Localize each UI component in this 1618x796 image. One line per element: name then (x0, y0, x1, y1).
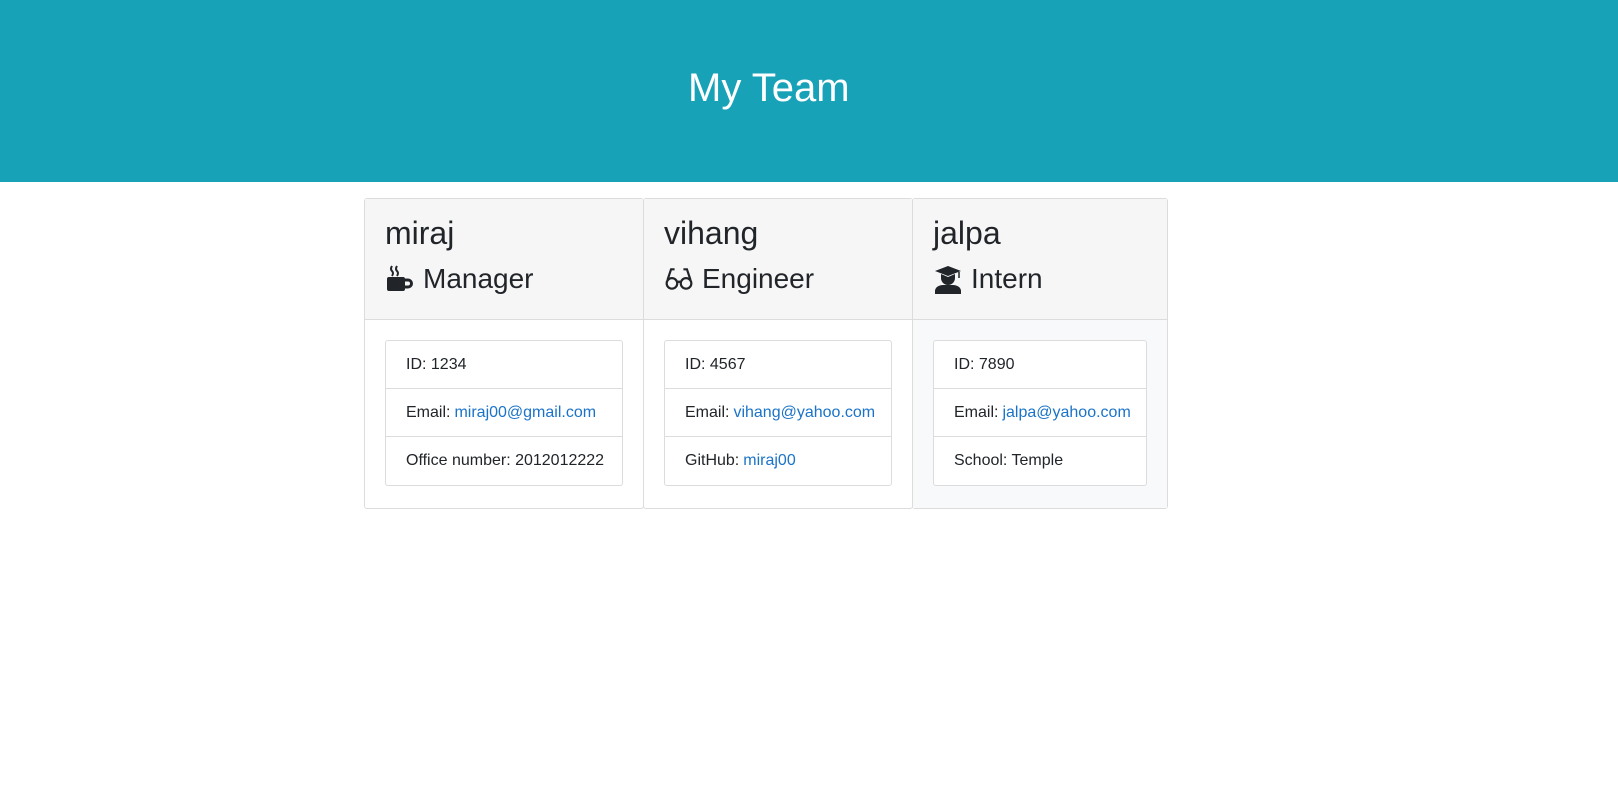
employee-role: Manager (385, 261, 623, 297)
email-prefix: Email: (406, 403, 451, 421)
email-link[interactable]: miraj00@gmail.com (454, 404, 596, 422)
role-label: Engineer (702, 263, 815, 294)
role-label: Intern (971, 263, 1043, 294)
glasses-icon (664, 264, 694, 294)
employee-role: Engineer (664, 261, 892, 297)
employee-name: jalpa (933, 215, 1001, 251)
page-header: My Team (0, 0, 1618, 182)
github-item: GitHub: miraj00 (665, 437, 891, 485)
details-list: ID: 7890 Email: jalpa@yahoo.com School: … (933, 340, 1147, 486)
details-list: ID: 1234 Email: miraj00@gmail.com Office… (385, 340, 623, 486)
email-item: Email: miraj00@gmail.com (386, 389, 622, 437)
id-item: ID: 7890 (934, 341, 1146, 389)
github-prefix: GitHub: (685, 452, 740, 469)
intern-card: jalpa Intern ID: 7890 Email: jalpa@yahoo… (912, 198, 1168, 509)
card-body: ID: 7890 Email: jalpa@yahoo.com School: … (913, 320, 1167, 508)
email-prefix: Email: (954, 403, 999, 421)
id-item: ID: 4567 (665, 341, 891, 389)
email-link[interactable]: vihang@yahoo.com (733, 404, 875, 422)
email-item: Email: jalpa@yahoo.com (934, 389, 1146, 437)
email-item: Email: vihang@yahoo.com (665, 389, 891, 437)
role-label: Manager (423, 263, 534, 294)
employee-name: miraj (385, 215, 455, 251)
card-header: jalpa Intern (913, 199, 1167, 320)
card-body: ID: 1234 Email: miraj00@gmail.com Office… (365, 320, 643, 508)
engineer-card: vihang Engineer ID: 4567 Email: vihang@y… (643, 198, 913, 509)
manager-card: miraj Manager ID: 1234 Email: miraj00@gm… (364, 198, 644, 509)
employee-name: vihang (664, 215, 759, 251)
card-header: miraj Manager (365, 199, 643, 320)
email-prefix: Email: (685, 403, 730, 421)
team-cards: miraj Manager ID: 1234 Email: miraj00@gm… (364, 198, 1168, 509)
page-title: My Team (688, 66, 850, 110)
school-item: School: Temple (954, 452, 1064, 469)
email-link[interactable]: jalpa@yahoo.com (1002, 404, 1130, 422)
id-item: ID: 1234 (386, 341, 622, 389)
details-list: ID: 4567 Email: vihang@yahoo.com GitHub:… (664, 340, 892, 486)
graduate-icon (933, 264, 963, 294)
card-body: ID: 4567 Email: vihang@yahoo.com GitHub:… (644, 320, 912, 508)
coffee-mug-icon (385, 264, 415, 294)
card-header: vihang Engineer (644, 199, 912, 320)
office-number-item: Office number: 2012012222 (406, 452, 605, 469)
employee-role: Intern (933, 261, 1147, 297)
github-link[interactable]: miraj00 (743, 452, 795, 470)
